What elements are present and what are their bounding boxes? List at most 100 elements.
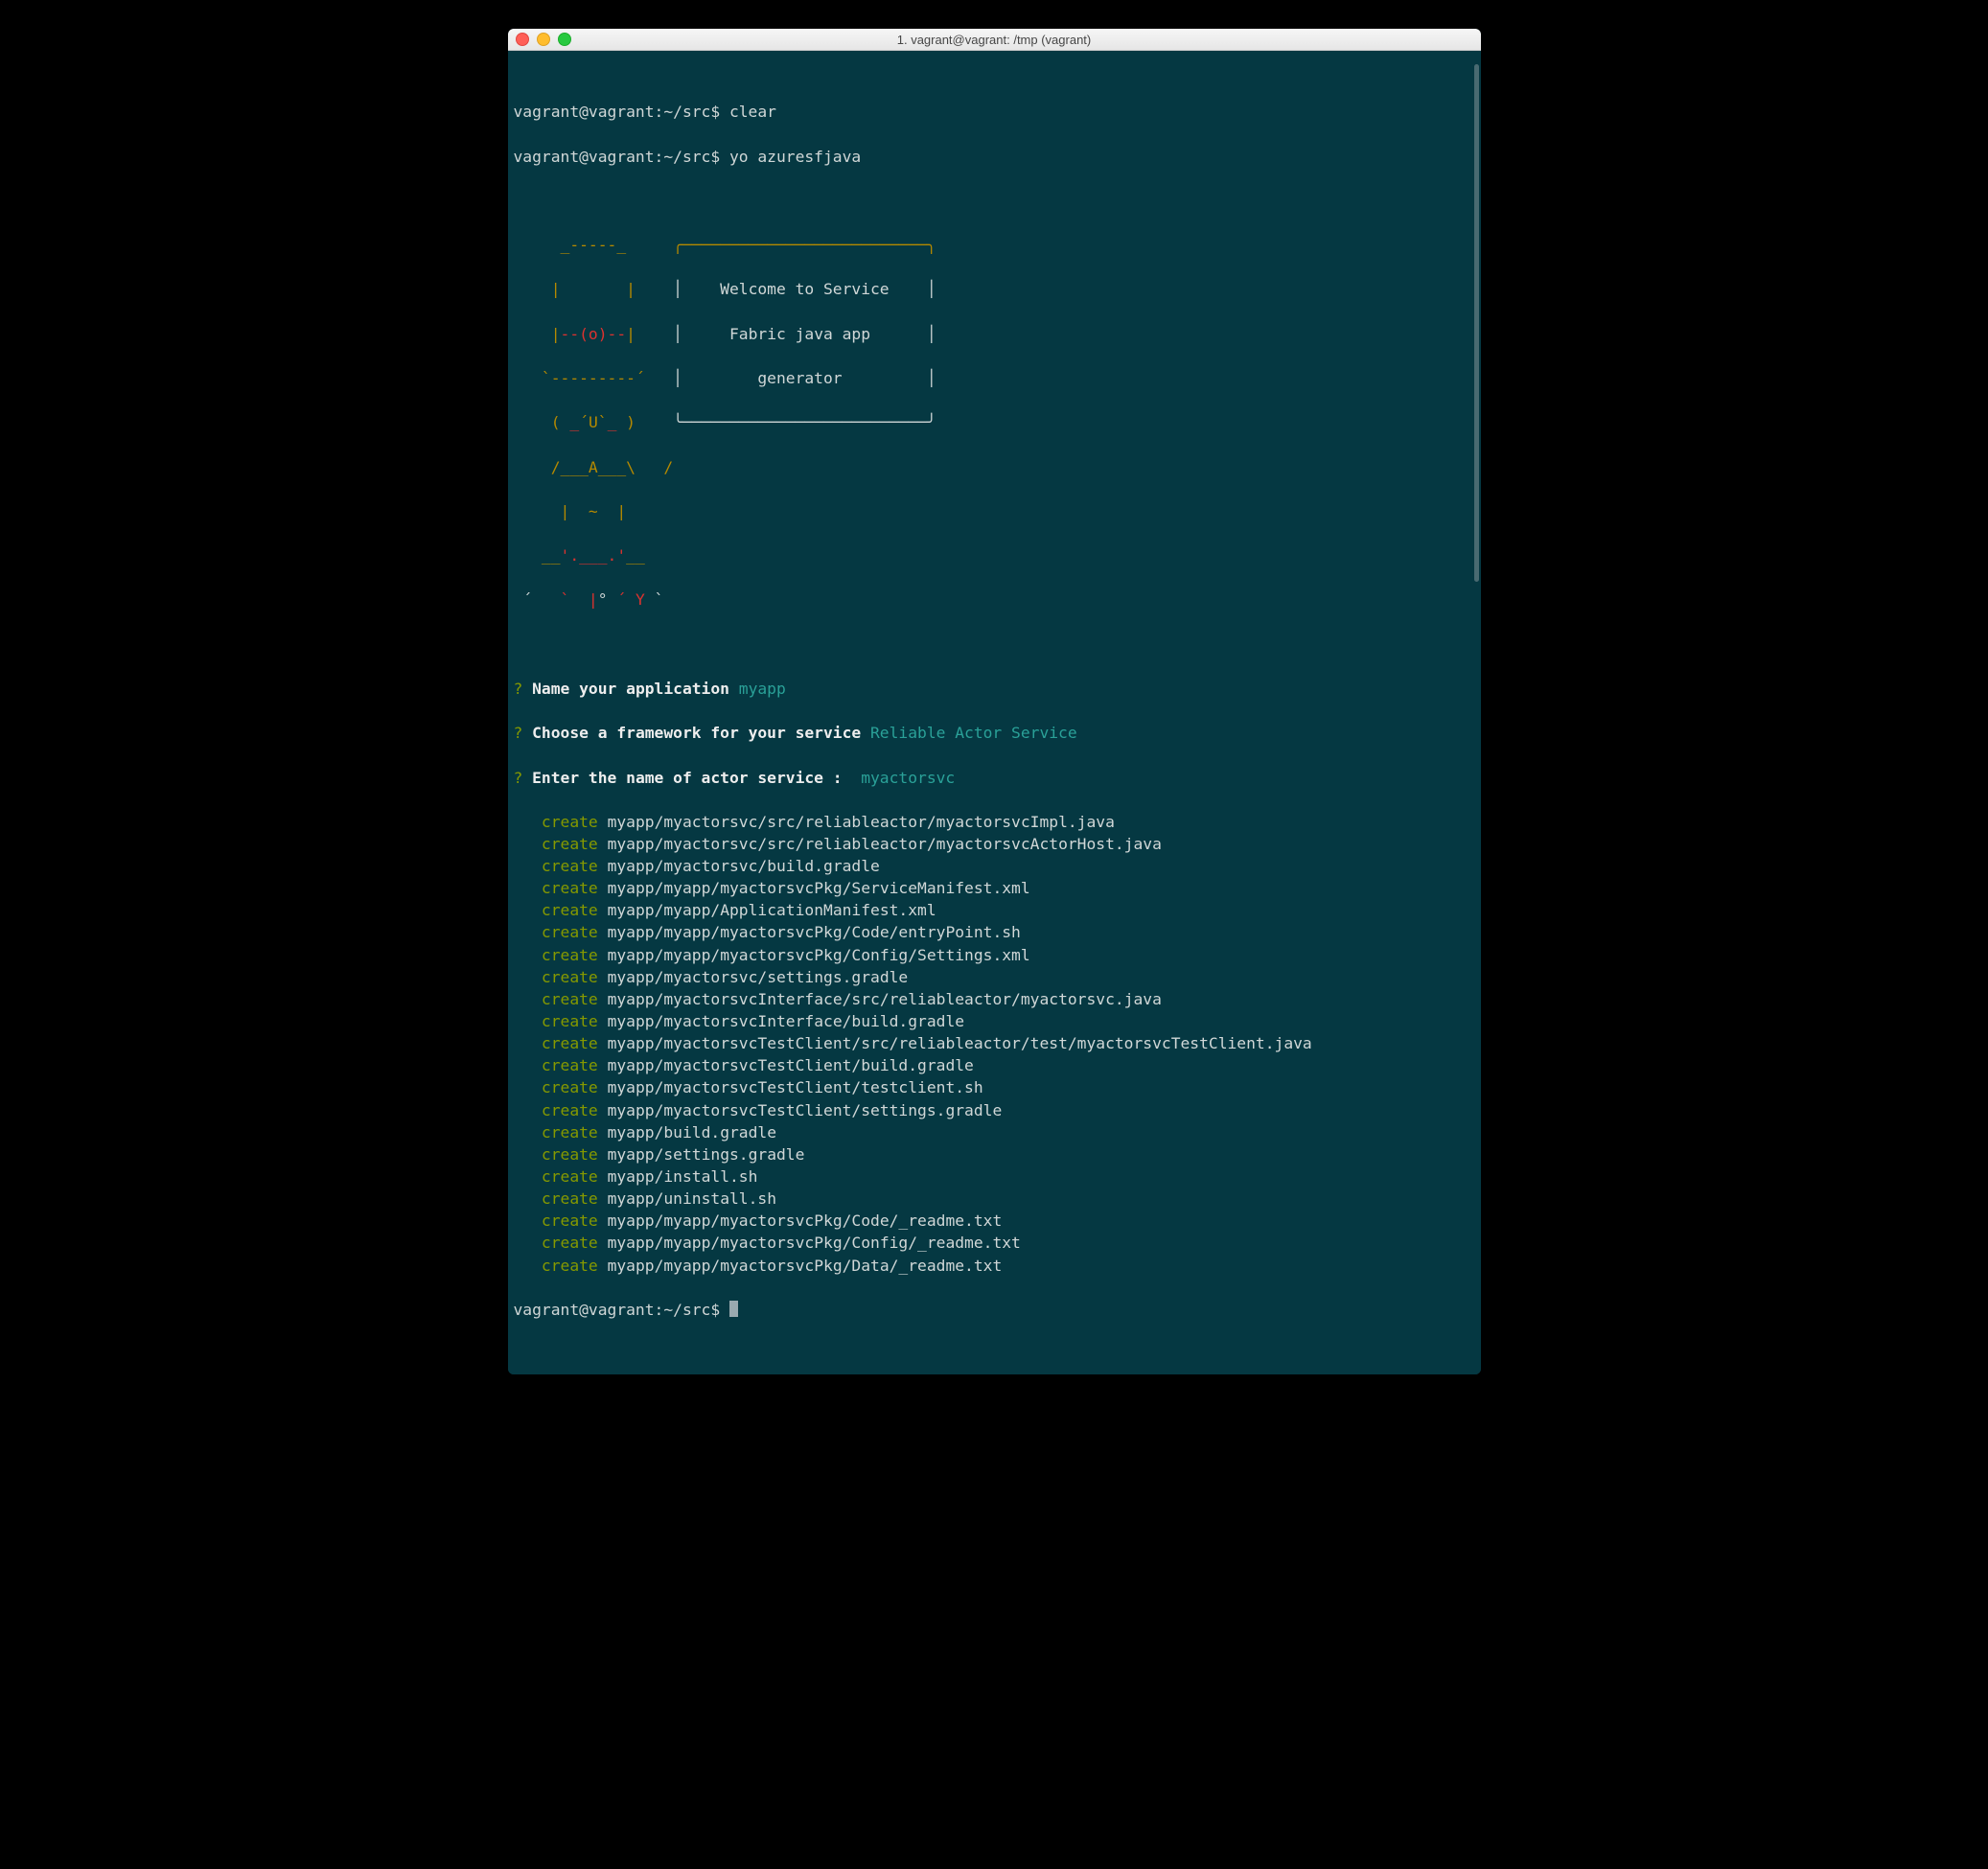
file-path: myapp/myapp/ApplicationManifest.xml (608, 901, 936, 919)
file-path: myapp/myapp/myactorsvcPkg/Code/_readme.t… (608, 1211, 1003, 1230)
yeoman-ascii: ` (645, 590, 664, 609)
scrollbar-thumb[interactable] (1474, 64, 1479, 582)
create-label: create (542, 1189, 598, 1208)
file-path: myapp/myactorsvc/src/reliableactor/myact… (608, 813, 1115, 831)
create-line: create myapp/uninstall.sh (514, 1188, 1475, 1210)
yeoman-ascii: '.___.' (561, 546, 627, 565)
file-path: myapp/myactorsvcInterface/build.gradle (608, 1012, 964, 1030)
yeoman-ascii: | (514, 325, 561, 343)
file-path: myapp/settings.gradle (608, 1145, 805, 1164)
create-line: create myapp/myapp/ApplicationManifest.x… (514, 899, 1475, 921)
create-label: create (542, 813, 598, 831)
yeoman-ascii (514, 502, 561, 520)
command: clear (729, 103, 776, 121)
create-label: create (542, 923, 598, 941)
file-path: myapp/uninstall.sh (608, 1189, 776, 1208)
file-path: myapp/myapp/myactorsvcPkg/Config/_readme… (608, 1234, 1021, 1252)
create-label: create (542, 968, 598, 986)
yeoman-ascii: | ~ | (561, 502, 627, 520)
yeoman-ascii: | (626, 325, 673, 343)
yeoman-ascii: _ (608, 413, 617, 431)
terminal-body[interactable]: vagrant@vagrant:~/src$ clear vagrant@vag… (508, 51, 1481, 1374)
create-label: create (542, 879, 598, 897)
create-label: create (542, 1056, 598, 1074)
yeoman-ascii: /___A___\ / (514, 458, 674, 476)
create-label: create (542, 990, 598, 1008)
answer: myactorsvc (861, 769, 955, 787)
yeoman-ascii: __ (514, 546, 561, 565)
file-path: myapp/myactorsvcInterface/src/reliableac… (608, 990, 1162, 1008)
box: ╰──────────────────────────╯ (636, 413, 936, 431)
created-files-list: create myapp/myactorsvc/src/reliableacto… (514, 811, 1475, 1277)
create-label: create (542, 946, 598, 964)
file-path: myapp/myactorsvc/build.gradle (608, 857, 880, 875)
create-line: create myapp/myapp/myactorsvcPkg/Code/en… (514, 921, 1475, 943)
create-line: create myapp/myactorsvcTestClient/src/re… (514, 1032, 1475, 1054)
yeoman-ascii: ´ (514, 590, 561, 609)
welcome-text: generator (682, 369, 927, 387)
question-text: Enter the name of actor service : (522, 769, 861, 787)
create-line: create myapp/myactorsvcInterface/src/rel… (514, 988, 1475, 1010)
yeoman-ascii (514, 413, 551, 431)
window-title: 1. vagrant@vagrant: /tmp (vagrant) (508, 33, 1481, 47)
minimize-icon[interactable] (537, 33, 550, 46)
answer: Reliable Actor Service (870, 724, 1077, 742)
box: │ (673, 280, 682, 298)
create-line: create myapp/myapp/myactorsvcPkg/Service… (514, 877, 1475, 899)
answer: myapp (739, 680, 786, 698)
create-line: create myapp/myapp/myactorsvcPkg/Config/… (514, 1232, 1475, 1254)
yeoman-ascii: ) (616, 413, 636, 431)
yeoman-ascii: ° (598, 590, 617, 609)
yeoman-ascii: ´ Y (616, 590, 644, 609)
create-label: create (542, 1123, 598, 1142)
question-mark: ? (514, 680, 523, 698)
create-line: create myapp/myapp/myactorsvcPkg/Config/… (514, 944, 1475, 966)
prompt: vagrant@vagrant:~/src$ (514, 103, 729, 121)
file-path: myapp/install.sh (608, 1167, 758, 1186)
box: │ (927, 280, 936, 298)
welcome-text: Fabric java app (682, 325, 927, 343)
yeoman-ascii: _-----_ ╭──────────────────────────╮ (514, 236, 936, 254)
create-line: create myapp/myactorsvcTestClient/build.… (514, 1054, 1475, 1076)
create-label: create (542, 857, 598, 875)
yeoman-ascii: _ (569, 413, 579, 431)
yeoman-ascii: --(o)-- (561, 325, 627, 343)
yeoman-ascii: ` | (561, 590, 598, 609)
scrollbar-track[interactable] (1472, 51, 1481, 1374)
box: │ (673, 369, 682, 387)
yeoman-ascii: `---------´ (514, 369, 674, 387)
create-label: create (542, 1167, 598, 1186)
question-text: Name your application (522, 680, 738, 698)
question-text: Choose a framework for your service (522, 724, 870, 742)
create-line: create myapp/myactorsvc/src/reliableacto… (514, 811, 1475, 833)
close-icon[interactable] (516, 33, 529, 46)
create-line: create myapp/build.gradle (514, 1121, 1475, 1143)
create-label: create (542, 901, 598, 919)
zoom-icon[interactable] (558, 33, 571, 46)
titlebar[interactable]: 1. vagrant@vagrant: /tmp (vagrant) (508, 29, 1481, 51)
command: yo azuresfjava (729, 148, 861, 166)
create-line: create myapp/myactorsvc/build.gradle (514, 855, 1475, 877)
file-path: myapp/myapp/myactorsvcPkg/ServiceManifes… (608, 879, 1030, 897)
traffic-lights (516, 33, 571, 46)
yeoman-ascii: | | (514, 280, 674, 298)
cursor-icon (729, 1301, 738, 1317)
create-line: create myapp/myactorsvcTestClient/testcl… (514, 1076, 1475, 1098)
create-line: create myapp/install.sh (514, 1165, 1475, 1188)
file-path: myapp/myactorsvcTestClient/build.gradle (608, 1056, 974, 1074)
file-path: myapp/myapp/myactorsvcPkg/Code/entryPoin… (608, 923, 1021, 941)
file-path: myapp/myactorsvc/settings.gradle (608, 968, 909, 986)
create-line: create myapp/myactorsvc/src/reliableacto… (514, 833, 1475, 855)
create-label: create (542, 1234, 598, 1252)
create-label: create (542, 1257, 598, 1275)
box: │ (927, 325, 936, 343)
yeoman-ascii: ( (551, 413, 570, 431)
create-line: create myapp/myactorsvc/settings.gradle (514, 966, 1475, 988)
create-label: create (542, 1211, 598, 1230)
create-line: create myapp/myapp/myactorsvcPkg/Data/_r… (514, 1255, 1475, 1277)
yeoman-ascii: __ (626, 546, 645, 565)
prompt: vagrant@vagrant:~/src$ (514, 1301, 729, 1319)
file-path: myapp/build.gradle (608, 1123, 776, 1142)
create-label: create (542, 1034, 598, 1052)
create-line: create myapp/myapp/myactorsvcPkg/Code/_r… (514, 1210, 1475, 1232)
